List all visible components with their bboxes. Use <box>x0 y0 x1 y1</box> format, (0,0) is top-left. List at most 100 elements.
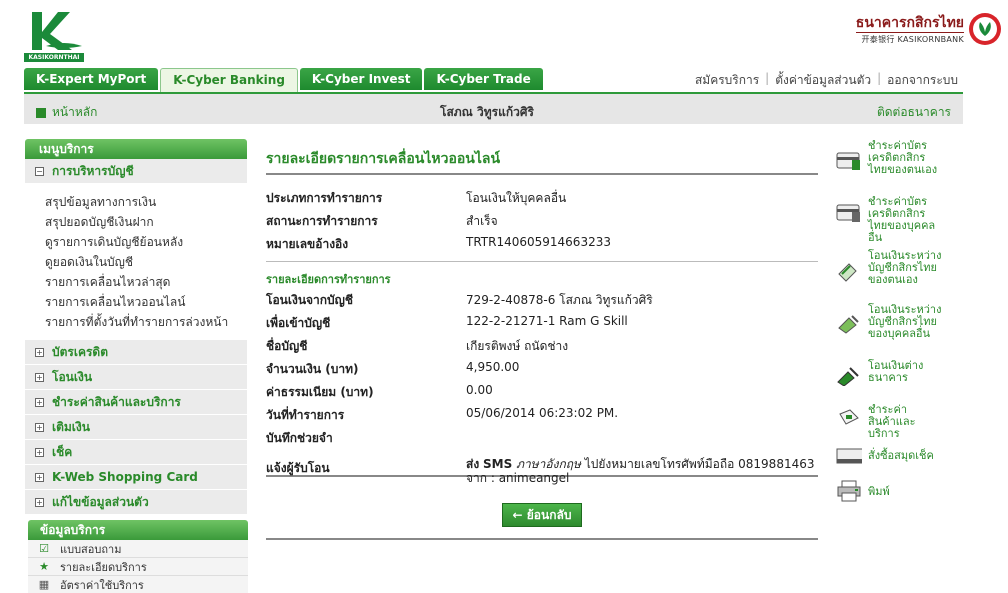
submenu-item[interactable]: ดูยอดเงินในบัญชี <box>45 252 247 272</box>
cheque-order-link[interactable]: สั่งซื้อสมุดเช็ค <box>836 446 946 468</box>
pay-other-credit-card-link[interactable]: ชำระค่าบัตรเครดิตกสิกรไทยของบุคคลอื่น <box>836 196 946 244</box>
bill-payment-link[interactable]: ชำระค่าสินค้าและบริการ <box>836 404 946 440</box>
submenu-item[interactable]: รายการเคลื่อนไหวล่าสุด <box>45 272 247 292</box>
type-label: ประเภทการทำรายการ <box>266 191 383 205</box>
notify-text: SMS <box>483 457 513 471</box>
ref-value: TRTR140605914663233 <box>466 235 611 249</box>
expand-icon: + <box>35 447 44 457</box>
type-value: โอนเงินให้บุคคลอื่น <box>466 191 567 205</box>
detail-row: ค่าธรรมเนียม (บาท) 0.00 <box>266 383 818 406</box>
fee-value: 0.00 <box>466 383 493 397</box>
top-links: สมัครบริการ | ตั้งค่าข้อมูลส่วนตัว | ออก… <box>695 71 958 90</box>
submenu-item[interactable]: รายการเคลื่อนไหวออนไลน์ <box>45 292 247 312</box>
status-label: สถานะการทำรายการ <box>266 214 378 228</box>
expand-icon: + <box>35 372 44 382</box>
menu-title: เมนูบริการ <box>25 139 247 159</box>
interbank-icon <box>837 367 859 386</box>
menu-k-web-shopping-card[interactable]: + K-Web Shopping Card <box>25 465 247 490</box>
detail-row: จำนวนเงิน (บาท) 4,950.00 <box>266 360 818 383</box>
print-link[interactable]: พิมพ์ <box>836 480 946 502</box>
quick-link-label: ชำระค่าบัตรเครดิตกสิกรไทยของบุคคลอื่น <box>868 195 936 244</box>
date-label: วันที่ทำรายการ <box>266 408 345 422</box>
transaction-summary: ประเภทการทำรายการ โอนเงินให้บุคคลอื่น สถา… <box>266 175 818 258</box>
tab-k-cyber-invest[interactable]: K-Cyber Invest <box>299 68 423 90</box>
submenu-item[interactable]: สรุปข้อมูลทางการเงิน <box>45 192 247 212</box>
star-icon: ★ <box>39 560 49 573</box>
quick-link-label: โอนเงินระหว่างบัญชีกสิกรไทยของตนเอง <box>868 249 942 286</box>
menu-cheque[interactable]: + เช็ค <box>25 440 247 465</box>
page-title: รายละเอียดรายการเคลื่อนไหวออนไลน์ <box>266 145 818 175</box>
menu-transfer[interactable]: + โอนเงิน <box>25 365 247 390</box>
ref-label: หมายเลขอ้างอิง <box>266 237 349 251</box>
transfer-other-account-link[interactable]: โอนเงินระหว่างบัญชีกสิกรไทยของบุคคลอื่น <box>836 304 946 340</box>
quick-link-label: ชำระค่าสินค้าและบริการ <box>868 403 916 440</box>
detail-row: หมายเลขอ้างอิง TRTR140605914663233 <box>266 235 818 258</box>
bank-seal-icon <box>969 13 1001 45</box>
menu-group-label: บัตรเครดิต <box>52 344 109 359</box>
bank-brand: ธนาคารกสิกรไทย 开泰银行 KASIKORNBANK <box>855 14 964 45</box>
quick-link-label: ชำระค่าบัตรเครดิตกสิกรไทยของตนเอง <box>868 139 938 176</box>
transfer-icon <box>838 263 857 282</box>
memo-value <box>466 429 818 452</box>
detail-row: วันที่ทำรายการ 05/06/2014 06:23:02 PM. <box>266 406 818 429</box>
interbank-transfer-link[interactable]: โอนเงินต่างธนาคาร <box>836 360 946 386</box>
service-details-link[interactable]: ★ รายละเอียดบริการ <box>28 558 248 576</box>
checkbox-icon: ☑ <box>39 542 49 555</box>
notify-label: แจ้งผู้รับโอน <box>266 461 330 475</box>
kasikorn-logo[interactable]: KASIKORNTHAI <box>24 10 84 62</box>
notify-from: จาก : animeangel <box>466 471 570 485</box>
menu-group-label: โอนเงิน <box>52 369 93 384</box>
home-icon <box>36 107 46 118</box>
notify-text: ส่ง <box>466 457 480 471</box>
expand-icon: + <box>35 347 44 357</box>
credit-card-icon <box>836 152 860 170</box>
cheque-icon <box>836 448 862 464</box>
tab-k-expert-myport[interactable]: K-Expert MyPort <box>24 68 159 90</box>
date-value: 05/06/2014 06:23:02 PM. <box>466 406 619 420</box>
survey-link[interactable]: ☑ แบบสอบถาม <box>28 540 248 558</box>
service-fee-link[interactable]: ▦ อัตราค่าใช้บริการ <box>28 576 248 593</box>
left-menu: เมนูบริการ − การบริหารบัญชี สรุปข้อมูลทา… <box>25 139 247 515</box>
payment-icon <box>839 409 859 425</box>
amount-value: 4,950.00 <box>466 360 520 374</box>
notify-text: ไปยังหมายเลขโทรศัพท์มือถือ 0819881463 <box>580 457 815 471</box>
transaction-details: โอนเงินจากบัญชี 729-2-40878-6 โสภณ วิทูรแ… <box>266 291 818 485</box>
notify-text: ภาษาอังกฤษ <box>516 457 581 471</box>
home-link[interactable]: หน้าหลัก <box>36 103 97 122</box>
notify-value: ส่ง SMS ภาษาอังกฤษ ไปยังหมายเลขโทรศัพท์ม… <box>466 457 818 485</box>
menu-account-management[interactable]: − การบริหารบัญชี <box>25 159 247 184</box>
detail-row: สถานะการทำรายการ สำเร็จ <box>266 212 818 235</box>
quick-link-label: สั่งซื้อสมุดเช็ค <box>868 449 934 462</box>
account-name-value: เกียรติพงษ์ ถนัดช่าง <box>466 339 569 353</box>
logout-link[interactable]: ออกจากระบบ <box>887 71 958 90</box>
menu-topup[interactable]: + เติมเงิน <box>25 415 247 440</box>
transfer-own-account-link[interactable]: โอนเงินระหว่างบัญชีกสิกรไทยของตนเอง <box>836 250 946 286</box>
tab-k-cyber-trade[interactable]: K-Cyber Trade <box>424 68 543 90</box>
expand-icon: + <box>35 422 44 432</box>
contact-bank-link[interactable]: ติดต่อธนาคาร <box>877 103 951 122</box>
submenu-item[interactable]: ดูรายการเดินบัญชีย้อนหลัง <box>45 232 247 252</box>
status-value: สำเร็จ <box>466 214 498 228</box>
pay-own-credit-card-link[interactable]: ชำระค่าบัตรเครดิตกสิกรไทยของตนเอง <box>836 140 946 176</box>
menu-credit-card[interactable]: + บัตรเครดิต <box>25 340 247 365</box>
menu-bill-payment[interactable]: + ชำระค่าสินค้าและบริการ <box>25 390 247 415</box>
settings-link[interactable]: ตั้งค่าข้อมูลส่วนตัว <box>775 71 871 90</box>
bank-name-thai: ธนาคารกสิกรไทย <box>855 15 964 31</box>
register-link[interactable]: สมัครบริการ <box>695 71 759 90</box>
submenu-item[interactable]: รายการที่ตั้งวันที่ทำรายการล่วงหน้า <box>45 312 247 332</box>
detail-row: แจ้งผู้รับโอน ส่ง SMS ภาษาอังกฤษ ไปยังหม… <box>266 452 818 485</box>
amount-label: จำนวนเงิน (บาท) <box>266 362 359 376</box>
page: KASIKORNTHAI ธนาคารกสิกรไทย 开泰银行 KASIKOR… <box>0 0 1008 593</box>
printer-icon <box>837 480 861 502</box>
menu-edit-profile[interactable]: + แก้ไขข้อมูลส่วนตัว <box>25 490 247 515</box>
fee-label: ค่าธรรมเนียม (บาท) <box>266 385 374 399</box>
credit-card-icon <box>836 204 860 222</box>
main-content: รายละเอียดรายการเคลื่อนไหวออนไลน์ ประเภท… <box>266 145 818 540</box>
back-button[interactable]: ← ย้อนกลับ <box>502 503 582 527</box>
quick-link-label: โอนเงินต่างธนาคาร <box>868 359 924 384</box>
detail-row: เพื่อเข้าบัญชี 122-2-21271-1 Ram G Skill <box>266 314 818 337</box>
expand-icon: + <box>35 397 44 407</box>
logo-text: KASIKORNTHAI <box>24 53 84 62</box>
submenu-item[interactable]: สรุปยอดบัญชีเงินฝาก <box>45 212 247 232</box>
tab-k-cyber-banking[interactable]: K-Cyber Banking <box>160 68 298 92</box>
